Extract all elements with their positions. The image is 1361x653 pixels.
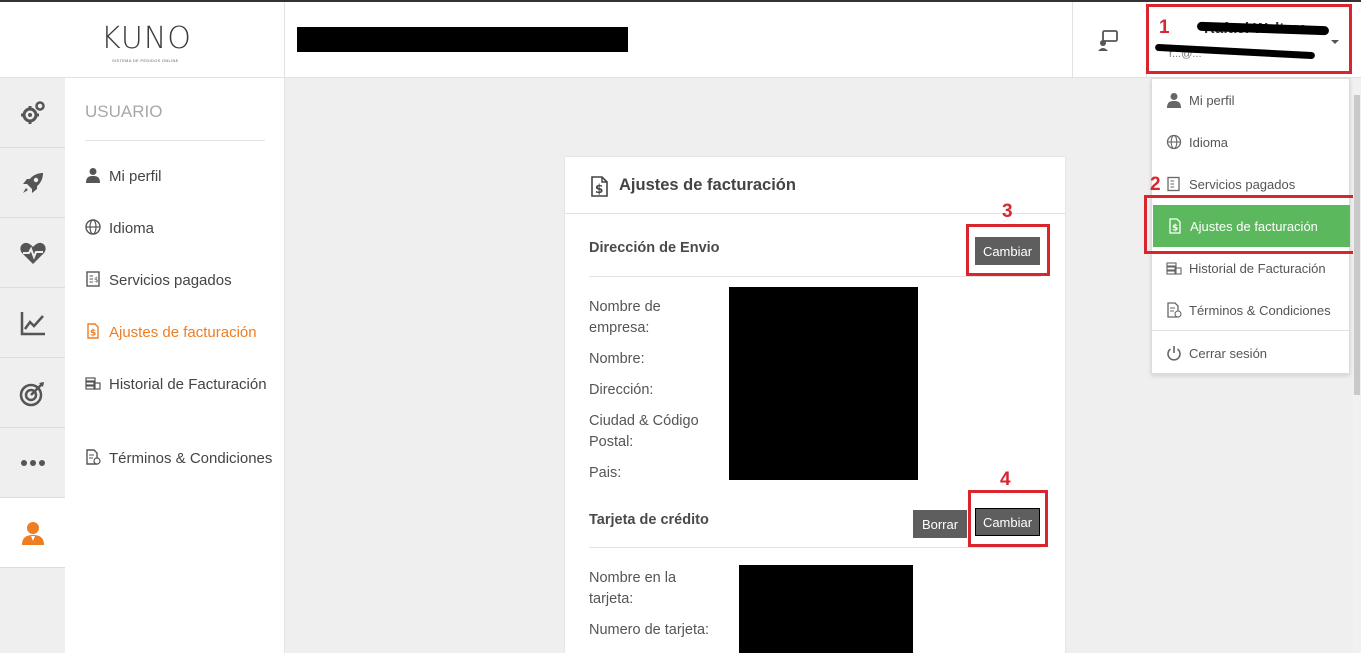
coins-icon — [1166, 262, 1182, 275]
menu-item-label: Servicios pagados — [1189, 176, 1296, 192]
subnav-label: Idioma — [109, 220, 155, 237]
logo-area: KUNO SISTEMA DE PEDIDOS ONLINE — [0, 2, 285, 78]
rail-item-user[interactable] — [0, 498, 65, 568]
user-menu-toggle[interactable]: 1 Rafael Walters r...@... — [1146, 4, 1352, 74]
person-icon — [86, 168, 100, 183]
card-header: $ Ajustes de facturación — [565, 157, 1065, 214]
rail-item-health[interactable] — [0, 218, 65, 288]
credit-card-section-title: Tarjeta de crédito — [589, 512, 709, 528]
subnav-label: Mi perfil — [109, 168, 162, 185]
subnav-title: USUARIO — [85, 102, 163, 121]
icon-rail — [0, 78, 65, 653]
invoice-icon — [1167, 176, 1180, 192]
annotation-1: 1 — [1159, 17, 1170, 38]
menu-item-profile[interactable]: Mi perfil — [1152, 79, 1349, 121]
top-bar: KUNO SISTEMA DE PEDIDOS ONLINE 1 Rafael … — [0, 0, 1361, 78]
svg-text:$: $ — [90, 329, 96, 339]
heartbeat-icon — [19, 242, 46, 264]
field-label-company: Nombre de empresa: — [589, 299, 661, 336]
menu-item-label: Historial de Facturación — [1189, 260, 1326, 276]
subnav-label: Ajustes de facturación — [109, 324, 257, 341]
menu-item-label: Términos & Condiciones — [1189, 302, 1331, 318]
menu-item-label: Cerrar sesión — [1189, 345, 1268, 361]
globe-icon — [85, 219, 101, 235]
divider — [1152, 330, 1349, 331]
billing-settings-card: $ Ajustes de facturación Dirección de En… — [565, 157, 1065, 653]
person-icon — [1167, 93, 1181, 108]
coins-icon — [85, 377, 101, 390]
card-title: Ajustes de facturación — [619, 176, 796, 194]
subnav-item-billing-settings[interactable]: $ Ajustes de facturación — [85, 322, 275, 344]
menu-item-logout[interactable]: Cerrar sesión — [1152, 332, 1349, 374]
shipping-section-title: Dirección de Envio — [589, 240, 720, 256]
scrollbar-thumb[interactable] — [1354, 95, 1360, 395]
subnav-label: Historial de Facturación — [109, 376, 267, 393]
annotation-4: 4 — [1000, 469, 1011, 490]
delete-card-button[interactable]: Borrar — [913, 510, 967, 538]
annotation-3: 3 — [1002, 201, 1013, 222]
billing-doc-icon: $ — [591, 176, 608, 197]
power-icon — [1167, 346, 1181, 361]
redacted-card-values — [739, 565, 913, 653]
svg-text:$: $ — [595, 182, 603, 196]
globe-icon — [1166, 134, 1182, 150]
more-dots-icon — [20, 459, 45, 466]
menu-item-label: Mi perfil — [1189, 92, 1235, 108]
divider — [1072, 2, 1073, 78]
field-label-city-postal: Ciudad & Código Postal: — [589, 413, 699, 450]
subnav-item-profile[interactable]: Mi perfil — [85, 166, 275, 188]
field-label-card-name: Nombre en la tarjeta: — [589, 570, 677, 607]
terms-doc-icon — [86, 449, 101, 465]
user-subnav: USUARIO Mi perfil Idioma $ Servicios paga… — [65, 78, 285, 653]
menu-item-language[interactable]: Idioma — [1152, 121, 1349, 163]
invoice-icon: $ — [86, 271, 100, 287]
logo[interactable]: KUNO — [101, 21, 192, 56]
gears-icon — [20, 100, 45, 124]
billing-doc-icon: $ — [87, 323, 99, 339]
subnav-item-language[interactable]: Idioma — [85, 218, 275, 240]
subnav-label: Servicios pagados — [109, 272, 232, 289]
rail-item-settings[interactable] — [0, 78, 65, 148]
change-card-button[interactable]: Cambiar — [975, 508, 1040, 536]
rail-item-more[interactable] — [0, 428, 65, 498]
menu-item-label: Idioma — [1189, 134, 1229, 150]
divider — [589, 547, 1041, 548]
annotation-box — [1144, 195, 1357, 254]
field-label-card-number: Numero de tarjeta: — [589, 622, 710, 638]
terms-doc-icon — [1167, 302, 1182, 318]
rocket-icon — [22, 172, 43, 193]
annotation-2: 2 — [1150, 174, 1161, 195]
subnav-label: Términos & Condiciones — [109, 450, 273, 467]
chat-icon[interactable] — [1096, 28, 1120, 52]
rail-item-chart[interactable] — [0, 288, 65, 358]
field-label-name: Nombre: — [589, 351, 645, 367]
subnav-item-paid-services[interactable]: $ Servicios pagados — [85, 270, 275, 292]
field-label-address: Dirección: — [589, 382, 654, 398]
divider — [85, 140, 265, 141]
subnav-item-billing-history[interactable]: Historial de Facturación — [85, 374, 275, 396]
logo-subtitle: SISTEMA DE PEDIDOS ONLINE — [112, 58, 179, 63]
chevron-down-icon — [1331, 40, 1339, 44]
user-icon — [21, 521, 44, 545]
redacted-shipping-values — [729, 287, 918, 480]
line-chart-icon — [20, 311, 45, 335]
subnav-item-terms[interactable]: Términos & Condiciones — [85, 448, 275, 470]
menu-item-terms[interactable]: Términos & Condiciones — [1152, 289, 1349, 331]
rail-item-target[interactable] — [0, 358, 65, 428]
svg-text:$: $ — [94, 276, 98, 284]
change-shipping-button[interactable]: Cambiar — [975, 237, 1040, 265]
field-label-country: Pais: — [589, 465, 622, 481]
redacted-title — [297, 27, 628, 52]
target-icon — [19, 381, 44, 406]
divider — [589, 276, 1041, 277]
rail-item-rocket[interactable] — [0, 148, 65, 218]
